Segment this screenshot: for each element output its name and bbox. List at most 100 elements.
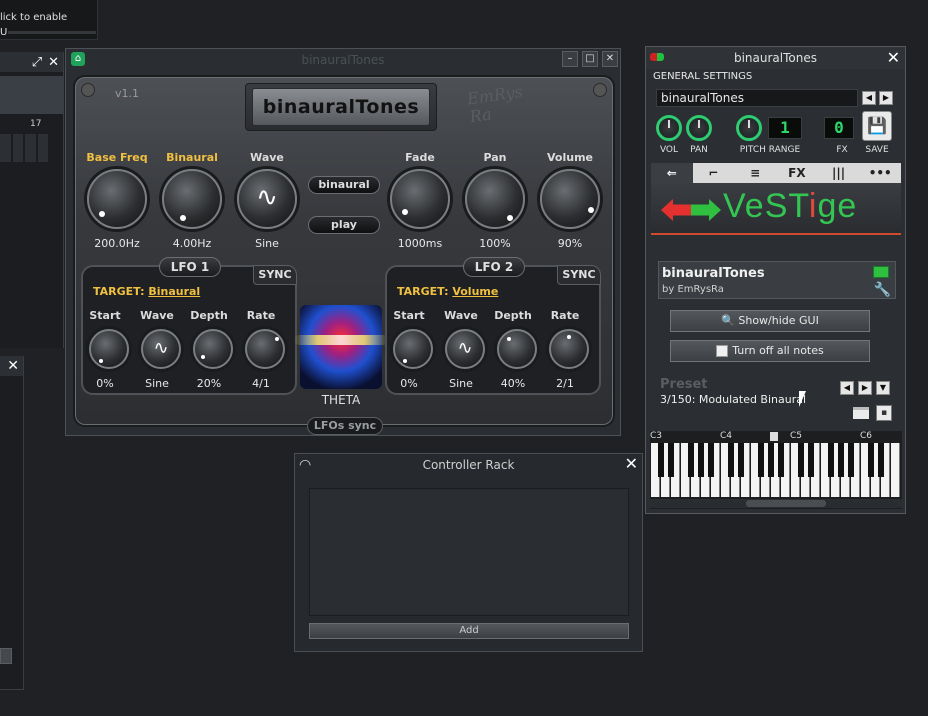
lfo2-wave-knob[interactable] [445, 329, 485, 369]
prev-instrument-button[interactable]: ◀ [862, 91, 876, 105]
close-icon[interactable]: ✕ [625, 454, 638, 473]
black-key[interactable] [758, 443, 764, 477]
lfo1-title: LFO 1 [159, 257, 221, 277]
controller-rack-titlebar[interactable]: ◠ Controller Rack ✕ [295, 454, 642, 476]
instrument-name-field[interactable]: binauralTones [656, 89, 858, 107]
plugin-window-titlebar[interactable]: ⌂ binauralTones – □ ✕ [66, 49, 620, 69]
binaural-button[interactable]: binaural [308, 176, 380, 194]
black-key[interactable] [828, 443, 834, 477]
version-label: v1.1 [115, 87, 140, 100]
tab-midi[interactable]: ||| [818, 163, 860, 183]
lfo2-depth-knob[interactable] [497, 329, 537, 369]
controller-rack-title: Controller Rack [422, 458, 515, 472]
prev-preset-button[interactable]: ◀ [840, 381, 854, 395]
pan-value: 100% [479, 237, 511, 250]
black-key[interactable] [668, 443, 674, 477]
lfo1-wave-knob[interactable] [141, 329, 181, 369]
vestige-logo-text: VeSTige [723, 187, 858, 225]
tab-arpeggio[interactable]: ≡ [734, 163, 776, 183]
lfo2-target[interactable]: TARGET: Volume [397, 285, 498, 298]
black-key[interactable] [738, 443, 744, 477]
open-preset-icon[interactable] [853, 407, 869, 419]
black-key[interactable] [728, 443, 734, 477]
black-key[interactable] [688, 443, 694, 477]
base-freq-knob[interactable] [87, 169, 147, 229]
fx-channel-display[interactable]: 0 [824, 117, 854, 139]
volume-knob[interactable] [540, 169, 600, 229]
black-key[interactable] [658, 443, 664, 477]
black-key[interactable] [878, 443, 884, 477]
white-key[interactable] [891, 443, 900, 497]
tab-envelope[interactable]: ⌐ [693, 163, 735, 183]
piano-scrollbar-thumb[interactable] [746, 500, 826, 507]
piano-keys[interactable] [651, 443, 901, 497]
pan-knob[interactable] [686, 115, 712, 141]
instrument-track-window: binauralTones ✕ GENERAL SETTINGS binaura… [645, 46, 906, 514]
pan-knob[interactable] [465, 169, 525, 229]
left-window-button[interactable] [0, 648, 12, 664]
pitch-knob[interactable] [736, 115, 762, 141]
wave-knob[interactable] [237, 169, 297, 229]
wrench-icon[interactable]: 🔧 [874, 282, 891, 298]
plugin-panel: v1.1 binauralTones EmRys Ra Base Freq 20… [73, 75, 615, 435]
close-button[interactable]: ✕ [602, 51, 618, 67]
lfo1-rate-knob[interactable] [245, 329, 285, 369]
black-key[interactable] [808, 443, 814, 477]
track-cells[interactable] [0, 134, 48, 162]
controller-list[interactable] [309, 488, 629, 616]
black-key[interactable] [838, 443, 844, 477]
show-hide-gui-button[interactable]: 🔍 Show/hide GUI [670, 310, 870, 332]
play-button[interactable]: play [308, 216, 380, 234]
piano-keyboard[interactable]: C3 C4 C5 C6 [650, 431, 902, 509]
black-key[interactable] [798, 443, 804, 477]
tab-more[interactable]: ••• [859, 163, 901, 183]
open-plugin-folder-icon[interactable] [873, 266, 889, 278]
pitch-range-label: PITCH RANGE [739, 145, 801, 155]
close-icon[interactable]: ✕ [7, 358, 19, 374]
tab-plugin[interactable]: ⇐ [651, 163, 693, 183]
screw-icon [593, 83, 607, 97]
preset-menu-button[interactable]: ▼ [876, 381, 890, 395]
black-key[interactable] [698, 443, 704, 477]
lfo2-rate-knob[interactable] [549, 329, 589, 369]
black-key[interactable] [708, 443, 714, 477]
save-preset-button[interactable]: 💾 [862, 111, 892, 141]
lfo2-sync-button[interactable]: SYNC [557, 265, 601, 285]
lfo2-wave-value: Sine [449, 377, 473, 390]
close-icon[interactable]: ✕ [887, 48, 900, 67]
lfo2-start-knob[interactable] [393, 329, 433, 369]
black-key[interactable] [868, 443, 874, 477]
next-instrument-button[interactable]: ▶ [879, 91, 893, 105]
emrysra-logo: EmRys Ra [465, 81, 524, 127]
black-key[interactable] [848, 443, 854, 477]
lfo1-start-knob[interactable] [89, 329, 129, 369]
piano-scrollbar[interactable] [650, 499, 902, 508]
maximize-icon[interactable]: ⤢ [32, 55, 42, 70]
maximize-button[interactable]: □ [582, 51, 598, 67]
close-icon[interactable]: ✕ [48, 55, 59, 70]
black-key[interactable] [768, 443, 774, 477]
save-preset-icon[interactable]: ▪ [876, 405, 892, 421]
black-key[interactable] [778, 443, 784, 477]
lfo1-sync-button[interactable]: SYNC [253, 265, 297, 285]
lfo2-target-value: Volume [452, 285, 499, 298]
octave-label: C6 [860, 431, 873, 441]
fade-knob[interactable] [390, 169, 450, 229]
binaural-knob[interactable] [162, 169, 222, 229]
base-note-marker[interactable] [770, 432, 778, 441]
pitch-range-display[interactable]: 1 [768, 117, 802, 139]
tab-effects[interactable]: FX [776, 163, 818, 183]
minimize-button[interactable]: – [562, 51, 578, 67]
turn-off-notes-button[interactable]: Turn off all notes [670, 340, 870, 362]
instrument-window-titlebar[interactable]: binauralTones ✕ [646, 47, 905, 69]
lfo1-depth-knob[interactable] [193, 329, 233, 369]
lfos-sync-button[interactable]: LFOs sync [307, 417, 383, 435]
vestige-banner: VeSTige [651, 183, 901, 235]
next-preset-button[interactable]: ▶ [858, 381, 872, 395]
volume-knob[interactable] [656, 115, 682, 141]
timeline-ruler[interactable]: 17 [0, 116, 64, 132]
binaural-value: 4.00Hz [172, 237, 212, 250]
add-controller-button[interactable]: Add [309, 623, 629, 639]
plugin-title: binauralTones [252, 88, 430, 126]
lfo1-target[interactable]: TARGET: Binaural [93, 285, 200, 298]
